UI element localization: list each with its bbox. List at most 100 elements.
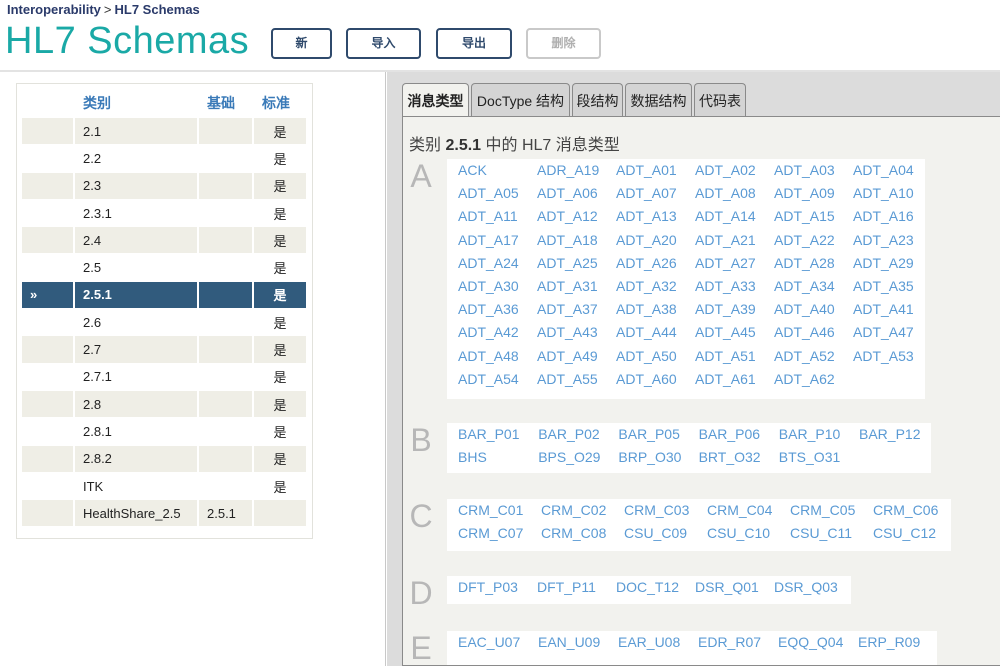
message-type-link[interactable]: ADR_A19 — [537, 162, 599, 178]
message-type-link[interactable]: ADT_A30 — [458, 278, 519, 294]
message-type-link[interactable]: ADT_A24 — [458, 255, 519, 271]
message-type-link[interactable]: ADT_A15 — [774, 208, 835, 224]
message-type-link[interactable]: ACK — [458, 162, 487, 178]
breadcrumb-current[interactable]: HL7 Schemas — [115, 2, 200, 17]
message-type-link[interactable]: ADT_A03 — [774, 162, 835, 178]
message-type-link[interactable]: ADT_A46 — [774, 324, 835, 340]
message-type-link[interactable]: CRM_C01 — [458, 502, 523, 518]
message-type-link[interactable]: EAN_U09 — [538, 634, 600, 650]
message-type-link[interactable]: EDR_R07 — [698, 634, 761, 650]
table-row[interactable]: 2.8.1 是 — [22, 418, 308, 446]
table-row[interactable]: 2.3 是 — [22, 172, 308, 200]
message-type-link[interactable]: DFT_P03 — [458, 579, 518, 595]
category-cell[interactable]: 2.8.2 — [75, 445, 199, 473]
category-cell[interactable]: 2.3 — [75, 172, 199, 200]
message-type-link[interactable]: ADT_A61 — [695, 371, 756, 387]
message-type-link[interactable]: ADT_A39 — [695, 301, 756, 317]
message-type-link[interactable]: ADT_A43 — [537, 324, 598, 340]
message-type-link[interactable]: CRM_C06 — [873, 502, 938, 518]
export-button[interactable]: 导出 — [436, 28, 512, 59]
message-type-link[interactable]: BAR_P01 — [458, 426, 519, 442]
table-row[interactable]: 2.5 是 — [22, 254, 308, 282]
tab-doctype-structures[interactable]: DocType 结构 — [471, 83, 570, 117]
message-type-link[interactable]: ADT_A22 — [774, 232, 835, 248]
table-row[interactable]: 2.7 是 — [22, 336, 308, 364]
message-type-link[interactable]: ADT_A51 — [695, 348, 756, 364]
table-row[interactable]: ITK 是 — [22, 472, 308, 501]
table-row[interactable]: HealthShare_2.5 2.5.1 — [22, 500, 308, 528]
message-type-link[interactable]: CSU_C09 — [624, 525, 687, 541]
message-type-link[interactable]: DFT_P11 — [537, 579, 596, 595]
message-type-link[interactable]: ADT_A07 — [616, 185, 677, 201]
message-type-link[interactable]: ADT_A13 — [616, 208, 677, 224]
message-type-link[interactable]: ADT_A35 — [853, 278, 914, 294]
message-type-link[interactable]: ADT_A28 — [774, 255, 835, 271]
import-button[interactable]: 导入 — [346, 28, 421, 59]
message-type-link[interactable]: ADT_A02 — [695, 162, 756, 178]
table-row[interactable]: 2.8 是 — [22, 390, 308, 419]
tab-data-structures[interactable]: 数据结构 — [625, 83, 692, 117]
category-cell[interactable]: 2.1 — [75, 118, 199, 146]
category-cell[interactable]: 2.4 — [75, 227, 199, 255]
category-cell[interactable]: 2.6 — [75, 309, 199, 337]
delete-button[interactable]: 删除 — [526, 28, 601, 59]
category-column-header[interactable]: 类别 — [75, 88, 199, 118]
message-type-link[interactable]: DSR_Q01 — [695, 579, 759, 595]
message-type-link[interactable]: CSU_C10 — [707, 525, 770, 541]
message-type-link[interactable]: ADT_A40 — [774, 301, 835, 317]
message-type-link[interactable]: ADT_A08 — [695, 185, 756, 201]
message-type-link[interactable]: ADT_A11 — [458, 208, 518, 224]
message-type-link[interactable]: ADT_A33 — [695, 278, 756, 294]
standard-column-header[interactable]: 标准 — [254, 88, 308, 118]
message-type-link[interactable]: ADT_A54 — [458, 371, 519, 387]
message-type-link[interactable]: CRM_C05 — [790, 502, 855, 518]
message-type-link[interactable]: ADT_A53 — [853, 348, 914, 364]
message-type-link[interactable]: CRM_C07 — [458, 525, 523, 541]
message-type-link[interactable]: EQQ_Q04 — [778, 634, 843, 650]
message-type-link[interactable]: ADT_A47 — [853, 324, 914, 340]
message-type-link[interactable]: ADT_A26 — [616, 255, 677, 271]
category-cell[interactable]: 2.7 — [75, 336, 199, 364]
table-row[interactable]: 2.8.2 是 — [22, 445, 308, 473]
message-type-link[interactable]: ADT_A37 — [537, 301, 598, 317]
breadcrumb-interoperability-link[interactable]: Interoperability — [7, 2, 101, 17]
message-type-link[interactable]: BAR_P02 — [538, 426, 599, 442]
category-cell[interactable]: 2.5 — [75, 254, 199, 282]
message-type-link[interactable]: ADT_A01 — [616, 162, 677, 178]
message-type-link[interactable]: ADT_A52 — [774, 348, 835, 364]
category-cell[interactable]: 2.8 — [75, 390, 199, 419]
table-row[interactable]: 2.2 是 — [22, 145, 308, 173]
message-type-link[interactable]: ADT_A04 — [853, 162, 914, 178]
message-type-link[interactable]: BAR_P06 — [699, 426, 760, 442]
new-button[interactable]: 新 — [271, 28, 332, 59]
message-type-link[interactable]: DOC_T12 — [616, 579, 679, 595]
message-type-link[interactable]: ADT_A21 — [695, 232, 756, 248]
message-type-link[interactable]: ADT_A36 — [458, 301, 519, 317]
message-type-link[interactable]: BRT_O32 — [699, 449, 761, 465]
message-type-link[interactable]: ADT_A44 — [616, 324, 677, 340]
message-type-link[interactable]: ADT_A06 — [537, 185, 598, 201]
message-type-link[interactable]: ADT_A62 — [774, 371, 835, 387]
message-type-link[interactable]: ADT_A05 — [458, 185, 519, 201]
message-type-link[interactable]: ADT_A34 — [774, 278, 835, 294]
message-type-link[interactable]: ADT_A09 — [774, 185, 835, 201]
message-type-link[interactable]: ADT_A14 — [695, 208, 756, 224]
message-type-link[interactable]: DSR_Q03 — [774, 579, 838, 595]
message-type-link[interactable]: ADT_A55 — [537, 371, 598, 387]
message-type-link[interactable]: EAR_U08 — [618, 634, 680, 650]
message-type-link[interactable]: ERP_R09 — [858, 634, 920, 650]
message-type-link[interactable]: ADT_A42 — [458, 324, 519, 340]
base-column-header[interactable]: 基础 — [199, 88, 254, 118]
message-type-link[interactable]: BTS_O31 — [779, 449, 840, 465]
message-type-link[interactable]: BPS_O29 — [538, 449, 600, 465]
category-cell[interactable]: 2.3.1 — [75, 199, 199, 228]
category-cell[interactable]: 2.7.1 — [75, 363, 199, 391]
message-type-link[interactable]: ADT_A49 — [537, 348, 598, 364]
message-type-link[interactable]: ADT_A31 — [537, 278, 598, 294]
message-type-link[interactable]: ADT_A27 — [695, 255, 756, 271]
tab-code-tables[interactable]: 代码表 — [694, 83, 746, 117]
message-type-link[interactable]: ADT_A18 — [537, 232, 598, 248]
table-row[interactable]: 2.4 是 — [22, 227, 308, 255]
category-cell[interactable]: 2.5.1 — [75, 281, 199, 310]
category-cell[interactable]: 2.8.1 — [75, 418, 199, 446]
